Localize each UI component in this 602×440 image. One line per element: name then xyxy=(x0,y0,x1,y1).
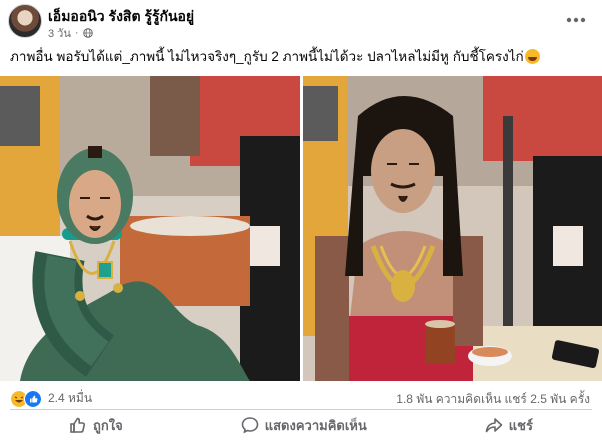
comment-label: แสดงความคิดเห็น xyxy=(264,417,367,433)
comment-bubble-icon xyxy=(241,417,259,434)
post-stats: 2.4 หมื่น 1.8 พัน ความคิดเห็น แชร์ 2.5 พ… xyxy=(0,387,602,409)
facebook-post: เอ็มออนิว รังสิต รู้รู้กันอยู่ 3 วัน · ภ… xyxy=(0,0,602,440)
more-options-button[interactable] xyxy=(562,6,590,34)
dreadlocks-photo[interactable] xyxy=(303,76,602,381)
laughing-emoji-icon xyxy=(524,49,540,64)
caption-text: ภาพอื่น พอรับได้แต่_ภาพนี้ ไม่ไหวจริงๆ_ก… xyxy=(10,49,524,64)
reactions-count: 2.4 หมื่น xyxy=(48,391,93,405)
post-header: เอ็มออนิว รังสิต รู้รู้กันอยู่ 3 วัน · xyxy=(0,0,602,40)
reaction-summary[interactable]: 2.4 หมื่น xyxy=(10,389,92,408)
comment-button[interactable]: แสดงความคิดเห็น xyxy=(227,412,381,439)
photo-grid xyxy=(0,76,602,381)
comments-shares-count[interactable]: 1.8 พัน ความคิดเห็น แชร์ 2.5 พัน ครั้ง xyxy=(396,390,590,409)
thumbs-up-icon xyxy=(70,417,86,433)
post-caption: ภาพอื่น พอรับได้แต่_ภาพนี้ ไม่ไหวจริงๆ_ก… xyxy=(10,48,590,66)
like-label: ถูกใจ xyxy=(93,417,123,433)
post-actions: ถูกใจ แสดงความคิดเห็น แชร์ xyxy=(10,412,592,438)
divider xyxy=(10,409,592,410)
avatar[interactable] xyxy=(8,4,42,38)
share-button[interactable]: แชร์ xyxy=(471,412,547,439)
snake-costume-photo[interactable] xyxy=(0,76,300,381)
like-button[interactable]: ถูกใจ xyxy=(55,412,137,439)
post-meta: 3 วัน · xyxy=(48,24,93,42)
globe-icon xyxy=(82,28,93,38)
more-dots-icon xyxy=(566,17,586,23)
share-arrow-icon xyxy=(485,418,503,433)
post-time[interactable]: 3 วัน xyxy=(48,24,71,42)
like-reaction-icon xyxy=(24,389,42,408)
share-label: แชร์ xyxy=(508,417,533,433)
